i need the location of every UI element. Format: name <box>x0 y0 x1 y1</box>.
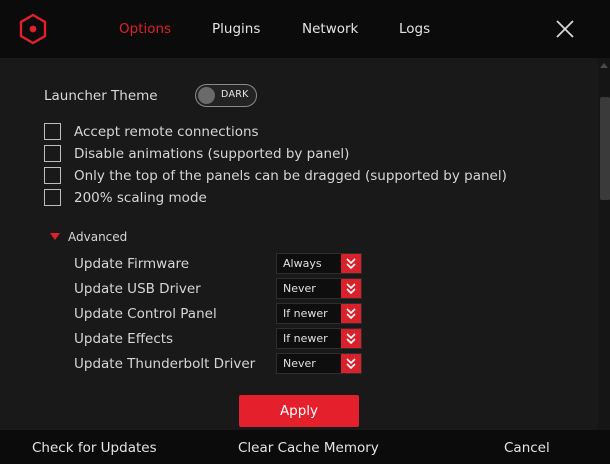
select-arrow[interactable] <box>341 279 361 298</box>
double-chevron-down-icon <box>346 283 356 294</box>
update-usb-driver-label: Update USB Driver <box>74 281 201 297</box>
tab-plugins[interactable]: Plugins <box>212 21 260 37</box>
accept-remote-checkbox[interactable] <box>44 123 61 140</box>
select-arrow[interactable] <box>341 254 361 273</box>
theme-toggle[interactable]: DARK <box>195 84 257 107</box>
double-chevron-down-icon <box>346 333 356 344</box>
update-control-panel-label: Update Control Panel <box>74 306 217 322</box>
toggle-knob <box>198 87 215 104</box>
checkbox-label: 200% scaling mode <box>74 190 207 206</box>
checkbox-label: Disable animations (supported by panel) <box>74 146 350 162</box>
update-firmware-select[interactable]: Always <box>276 253 362 274</box>
tab-options[interactable]: Options <box>119 21 171 37</box>
update-thunderbolt-driver-select[interactable]: Never <box>276 353 362 374</box>
select-value: Always <box>283 257 322 270</box>
update-firmware-label: Update Firmware <box>74 256 190 272</box>
checkbox-label: Accept remote connections <box>74 124 259 140</box>
check-for-updates-button[interactable]: Check for Updates <box>32 440 157 456</box>
caret-down-icon[interactable] <box>50 233 60 240</box>
update-control-panel-select[interactable]: If newer <box>276 303 362 324</box>
checkbox-label: Only the top of the panels can be dragge… <box>74 168 507 184</box>
cancel-button[interactable]: Cancel <box>504 440 550 456</box>
update-effects-select[interactable]: If newer <box>276 328 362 349</box>
clear-cache-button[interactable]: Clear Cache Memory <box>238 440 379 456</box>
select-value: Never <box>283 357 316 370</box>
update-usb-driver-select[interactable]: Never <box>276 278 362 299</box>
theme-value: DARK <box>221 89 249 100</box>
double-chevron-down-icon <box>346 258 356 269</box>
hexagon-logo-icon <box>19 13 47 45</box>
tab-network[interactable]: Network <box>302 21 358 37</box>
apply-button[interactable]: Apply <box>239 395 359 427</box>
select-value: If newer <box>283 307 328 320</box>
select-value: Never <box>283 282 316 295</box>
disable-animations-checkbox[interactable] <box>44 145 61 162</box>
top-drag-checkbox[interactable] <box>44 167 61 184</box>
scrollbar-thumb[interactable] <box>600 97 610 200</box>
double-chevron-down-icon <box>346 308 356 319</box>
close-icon[interactable] <box>554 18 576 40</box>
double-chevron-down-icon <box>346 358 356 369</box>
tab-logs[interactable]: Logs <box>399 21 430 37</box>
select-arrow[interactable] <box>341 329 361 348</box>
options-panel <box>0 58 598 430</box>
update-thunderbolt-driver-label: Update Thunderbolt Driver <box>74 356 256 372</box>
select-arrow[interactable] <box>341 354 361 373</box>
select-arrow[interactable] <box>341 304 361 323</box>
launcher-theme-label: Launcher Theme <box>44 88 158 104</box>
scaling-checkbox[interactable] <box>44 189 61 206</box>
advanced-toggle[interactable]: Advanced <box>68 230 127 244</box>
update-effects-label: Update Effects <box>74 331 174 347</box>
scroll-up-arrow-icon[interactable] <box>599 60 609 70</box>
select-value: If newer <box>283 332 328 345</box>
